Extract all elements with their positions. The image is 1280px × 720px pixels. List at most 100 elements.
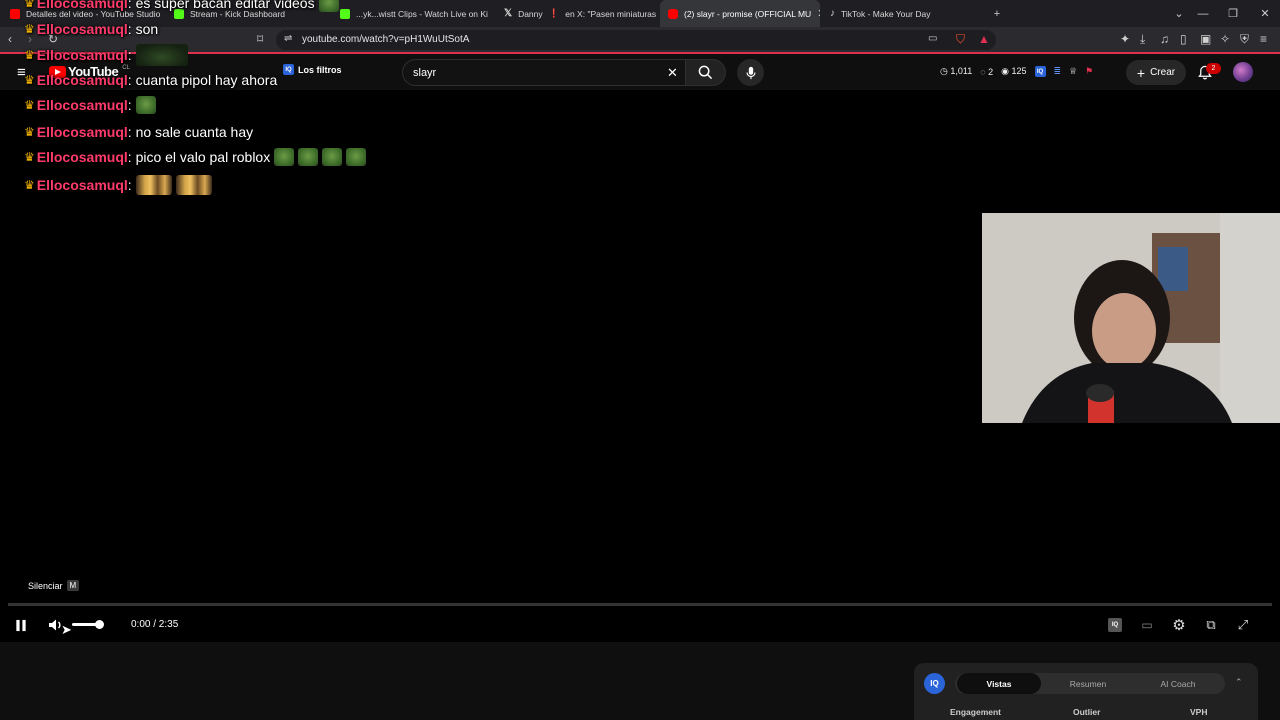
sidebar-icon[interactable]: ▯ xyxy=(1180,32,1187,46)
tab-resumen[interactable]: Resumen xyxy=(1045,673,1131,694)
pepe-emote-icon xyxy=(322,148,343,166)
eye-icon: ◉ xyxy=(1001,66,1009,76)
chat-username: Ellocosamuql xyxy=(36,97,128,113)
crown-icon: ♛ xyxy=(24,22,35,36)
theater-icon: ⧉ xyxy=(1206,617,1216,632)
close-window-icon[interactable]: ✕ xyxy=(1250,0,1280,27)
crown-icon: ♛ xyxy=(24,150,35,164)
pepe-emote-icon xyxy=(274,148,295,166)
tab-kick-clips[interactable]: ...yk...wistt Clips - Watch Live on Ki xyxy=(332,0,494,27)
clock-stat: ◷ 1,011 xyxy=(940,66,973,76)
tab-title: TikTok - Make Your Day xyxy=(841,8,931,19)
menu-icon[interactable]: ≡ xyxy=(1260,32,1267,46)
youtube-favicon-icon xyxy=(668,8,678,19)
search-icon xyxy=(698,65,713,80)
create-button[interactable]: + Crear xyxy=(1126,60,1186,85)
tooltip-text: Silenciar xyxy=(28,580,63,591)
streamer-webcam-image xyxy=(982,213,1280,423)
site-info-icon[interactable]: ⇌ xyxy=(284,33,292,44)
chat-message: ♛ Ellocosamuql: xyxy=(24,96,156,114)
brave-rewards-icon[interactable]: ▲ xyxy=(978,32,990,46)
download-icon[interactable]: ⤓ xyxy=(1140,32,1145,47)
vidiq-logo[interactable]: IQ xyxy=(924,673,945,694)
pin-emoji-icon: ❗ xyxy=(548,8,560,18)
time-display: 0:00 / 2:35 xyxy=(131,619,179,630)
filters-button[interactable]: IQ Los filtros xyxy=(283,64,342,75)
youtube-favicon-icon xyxy=(10,8,20,19)
tab-tiktok[interactable]: ♪ TikTok - Make Your Day xyxy=(822,0,982,27)
search-button[interactable] xyxy=(686,59,726,86)
volume-slider-handle[interactable] xyxy=(95,620,104,629)
extensions-icon[interactable]: ✦ xyxy=(1120,32,1130,46)
pepe-image-emote-icon xyxy=(135,44,188,66)
media-icon[interactable]: ♫ xyxy=(1160,32,1169,46)
chat-message: ♛ Ellocosamuql: xyxy=(24,44,188,66)
clock-icon: ◷ xyxy=(940,66,948,76)
chat-text: es super bacan editar videos xyxy=(135,0,315,11)
chat-message: ♛ Ellocosamuql: xyxy=(24,175,212,195)
x-favicon-icon: 𝕏 xyxy=(504,8,513,19)
hands-emote-icon xyxy=(175,175,212,195)
crown-icon: ♛ xyxy=(24,98,35,112)
tab-youtube-video[interactable]: (2) slayr - promise (OFFICIAL MU ✕ xyxy=(660,0,820,27)
brave-shield-icon[interactable]: ⛉ xyxy=(956,32,965,47)
chat-username: Ellocosamuql xyxy=(36,0,128,11)
tab-title: (2) slayr - promise (OFFICIAL MU xyxy=(684,8,812,19)
gear-icon: ⚙ xyxy=(1172,617,1186,634)
outlier-label: Outlier xyxy=(1073,707,1101,717)
chat-message: ♛ Ellocosamuql: pico el valo pal roblox xyxy=(24,148,367,166)
leo-ai-icon[interactable]: ✧ xyxy=(1220,32,1230,46)
vidiq-icon[interactable]: IQ xyxy=(1034,66,1046,77)
clear-search-icon[interactable]: ✕ xyxy=(667,65,678,81)
chat-username: Ellocosamuql xyxy=(36,72,128,88)
kick-favicon-icon xyxy=(340,8,350,19)
plus-icon: + xyxy=(1136,64,1146,81)
back-icon[interactable]: ‹ xyxy=(8,32,12,46)
tab-ai-coach[interactable]: AI Coach xyxy=(1135,673,1221,694)
url-bar[interactable]: ⇌ youtube.com/watch?v=pH1WuUtSotA ▭ ⛉ ▲ xyxy=(276,30,996,50)
wallet-icon[interactable]: ▣ xyxy=(1200,32,1211,46)
search-input[interactable]: slayr ✕ xyxy=(402,59,686,86)
hands-emote-icon xyxy=(135,175,172,195)
new-tab-icon[interactable]: + xyxy=(982,0,1012,27)
voice-search-button[interactable] xyxy=(737,59,764,86)
settings-button[interactable]: ⚙ xyxy=(1168,614,1190,636)
chat-username: Ellocosamuql xyxy=(36,21,128,37)
crown-icon: ♛ xyxy=(24,178,35,192)
crown-icon: ♛ xyxy=(24,73,35,87)
mute-tooltip: Silenciar M xyxy=(28,580,80,591)
progress-bar[interactable] xyxy=(8,603,1272,606)
tab-title: ...yk...wistt Clips - Watch Live on Ki xyxy=(356,8,488,19)
tab-vistas[interactable]: Vistas xyxy=(957,673,1041,694)
vidiq-player-button[interactable]: IQ xyxy=(1104,614,1126,636)
pepe-emote-icon xyxy=(318,0,339,12)
theater-mode-button[interactable]: ⧉ xyxy=(1200,614,1222,636)
search-value: slayr xyxy=(413,67,437,79)
pepe-emote-icon xyxy=(346,148,367,166)
crown-icon: ♛ xyxy=(24,125,35,139)
avatar[interactable] xyxy=(1233,62,1253,82)
tab-x-post[interactable]: 𝕏 Danny ❗ en X: "Pasen miniaturas cu xyxy=(496,0,658,27)
tiktok-favicon-icon: ♪ xyxy=(830,8,835,19)
pause-button[interactable] xyxy=(10,614,32,636)
close-tab-icon[interactable]: ✕ xyxy=(817,7,820,20)
chat-text: son xyxy=(135,21,159,37)
trophy-icon[interactable]: ♕ xyxy=(1069,66,1077,77)
subtitles-button[interactable]: ▭ xyxy=(1136,614,1158,636)
cast-icon[interactable]: ▭ xyxy=(928,33,937,44)
chat-text: no sale cuanta hay xyxy=(135,124,254,140)
collapse-chevron-icon[interactable]: ⌃ xyxy=(1235,677,1243,688)
restore-icon[interactable]: ❐ xyxy=(1218,0,1248,27)
vidiq-header-stats: ◷ 1,011 ◌ 2 ◉ 125 IQ ≣ ♕ ⚑ xyxy=(940,66,1093,77)
bookmark-icon[interactable]: ⌑ xyxy=(257,32,263,46)
webcam-feed xyxy=(982,213,1280,423)
views-stat: ◉ 125 xyxy=(1001,66,1027,76)
minimize-icon[interactable]: — xyxy=(1188,0,1218,27)
alert-bell-icon[interactable]: ⚑ xyxy=(1085,66,1093,77)
create-label: Crear xyxy=(1150,67,1176,78)
chat-text: cuanta pipol hay ahora xyxy=(135,72,278,88)
chat-message: ♛ Ellocosamuql: no sale cuanta hay xyxy=(24,124,254,140)
fullscreen-button[interactable]: ⤢ xyxy=(1232,614,1254,636)
list-icon[interactable]: ≣ xyxy=(1054,66,1062,77)
vpn-icon[interactable]: ⛨ xyxy=(1240,32,1249,47)
